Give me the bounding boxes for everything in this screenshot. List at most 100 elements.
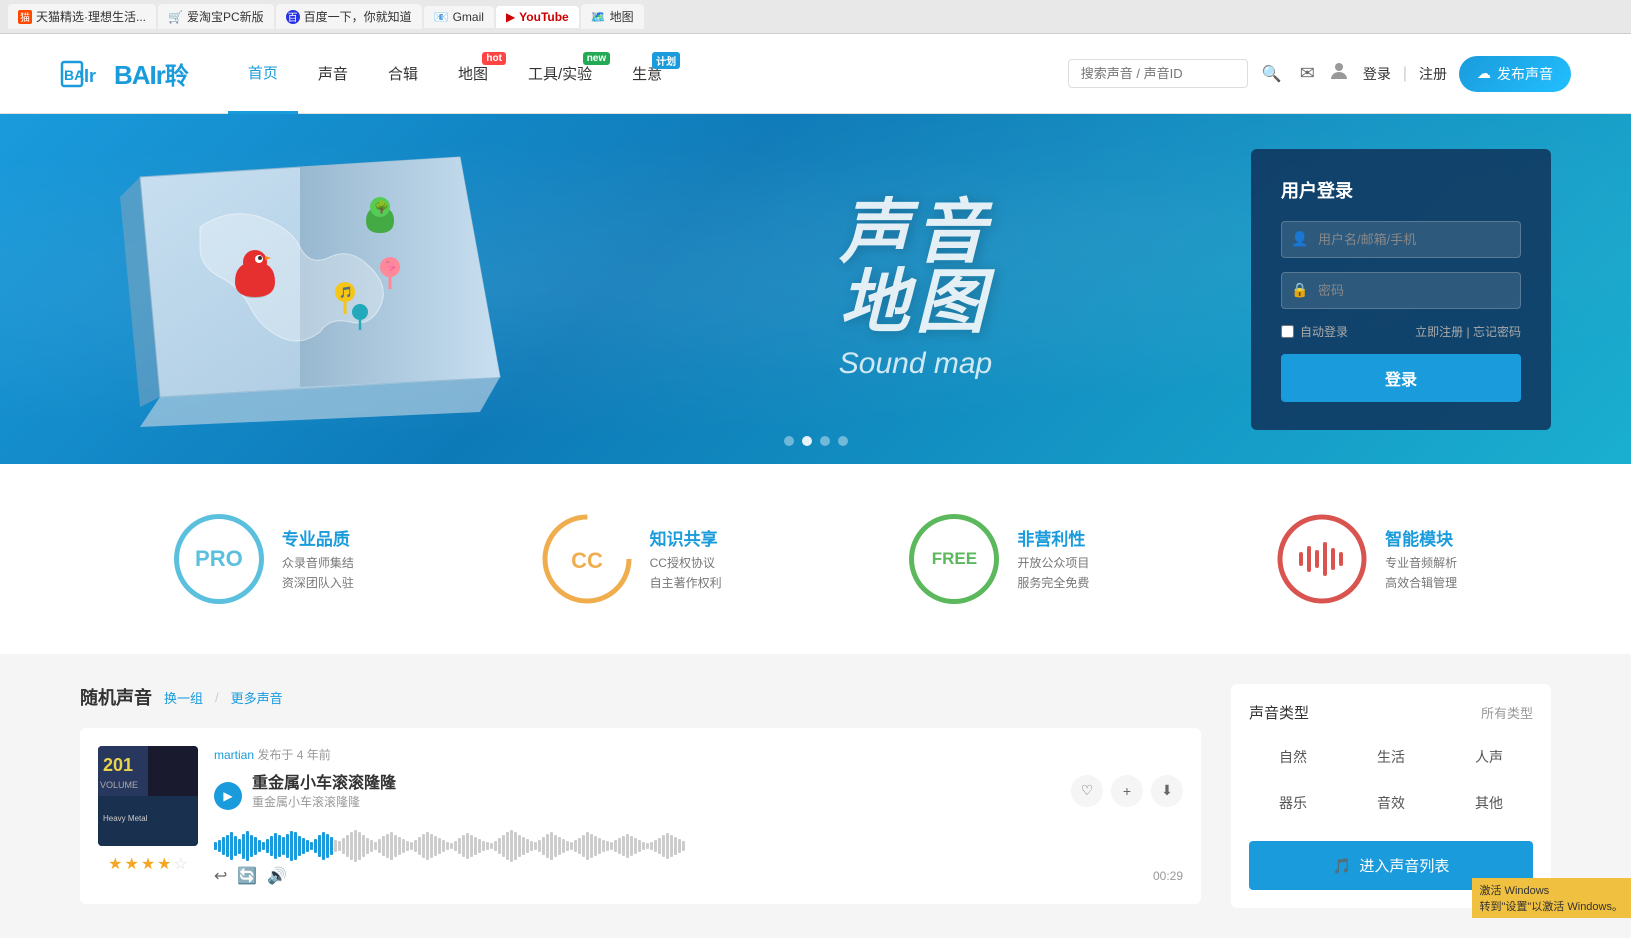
login-submit-button[interactable]: 登录	[1281, 354, 1521, 402]
feature-smart-text: 智能模块 专业音频解析高效合辑管理	[1385, 525, 1457, 592]
nav-item-sounds[interactable]: 声音	[298, 34, 368, 114]
type-grid: 自然 生活 人声 器乐 音效 其他	[1249, 739, 1533, 821]
hero-title-en: Sound map	[839, 347, 992, 381]
sound-title-row: ▶ 重金属小车滚滚隆隆 重金属小车滚滚隆隆 ♡ +	[214, 769, 1183, 822]
download-button[interactable]: ⬇	[1151, 775, 1183, 807]
auto-login-checkbox-label[interactable]: 自动登录	[1281, 323, 1348, 340]
forgot-password-link[interactable]: 忘记密码	[1473, 325, 1521, 339]
hero-title-line1: 声音	[839, 197, 992, 267]
feature-smart: 智能模块 专业音频解析高效合辑管理	[1277, 514, 1457, 604]
banner-dot-2[interactable]	[802, 436, 812, 446]
mail-button[interactable]: ✉	[1300, 63, 1315, 84]
feature-cc-text: 知识共享 CC授权协议自主著作权利	[650, 525, 722, 592]
nav-links: 首页 声音 合辑 地图 hot 工具/实验 new 生意 计划	[228, 34, 1068, 114]
publish-button[interactable]: ☁ 发布声音	[1459, 56, 1571, 92]
shuffle-button[interactable]: 🔄	[237, 866, 257, 886]
add-button[interactable]: +	[1111, 775, 1143, 807]
browser-tab-youtube[interactable]: ▶ YouTube	[496, 6, 579, 28]
svg-text:Ir: Ir	[84, 66, 96, 86]
password-group: 🔒	[1281, 272, 1521, 309]
login-card-title: 用户登录	[1281, 177, 1521, 203]
tab-label: Gmail	[453, 10, 484, 24]
pro-icon-circle: PRO	[174, 514, 264, 604]
nav-item-business[interactable]: 生意 计划	[612, 34, 682, 114]
search-input[interactable]	[1068, 59, 1248, 88]
hero-title: 声音 地图 Sound map	[839, 197, 992, 381]
nav-item-tools[interactable]: 工具/实验 new	[508, 34, 612, 114]
sound-controls: ↩ 🔄 🔊 00:29	[214, 866, 1183, 886]
music-icon: 🎵	[1333, 857, 1352, 875]
more-sounds-link[interactable]: 更多声音	[231, 688, 283, 707]
search-button[interactable]: 🔍	[1256, 58, 1288, 90]
sound-author[interactable]: martian	[214, 748, 254, 762]
hot-badge: hot	[482, 52, 506, 65]
user-input-icon: 👤	[1291, 231, 1308, 248]
plan-badge: 计划	[652, 52, 680, 69]
nav-item-collection[interactable]: 合辑	[368, 34, 438, 114]
user-avatar-button[interactable]	[1327, 59, 1351, 89]
banner-dot-4[interactable]	[838, 436, 848, 446]
type-voice[interactable]: 人声	[1445, 739, 1533, 775]
feature-free-text: 非营利性 开放公众项目服务完全免费	[1017, 525, 1089, 592]
star-5: ☆	[174, 854, 188, 874]
sep-slash: /	[215, 690, 219, 705]
password-input[interactable]	[1281, 272, 1521, 309]
sound-duration: 00:29	[1153, 869, 1183, 883]
youtube-favicon: ▶	[506, 10, 515, 24]
type-effect[interactable]: 音效	[1347, 785, 1435, 821]
star-rating: ★ ★ ★ ★ ☆	[108, 854, 188, 874]
browser-tab-gmail[interactable]: 📧 Gmail	[424, 6, 494, 28]
like-button[interactable]: ♡	[1071, 775, 1103, 807]
browser-tabs: 猫 天猫精选·理想生活... 🛒 爱淘宝PC新版 百 百度一下，你就知道 📧 G…	[8, 4, 644, 29]
banner-dot-3[interactable]	[820, 436, 830, 446]
register-link[interactable]: 注册	[1419, 64, 1447, 84]
feature-cc: CC 知识共享 CC授权协议自主著作权利	[542, 514, 722, 604]
username-input[interactable]	[1281, 221, 1521, 258]
search-icon: 🔍	[1262, 64, 1282, 84]
play-button[interactable]: ▶	[214, 782, 242, 810]
browser-tab-tianmao[interactable]: 猫 天猫精选·理想生活...	[8, 4, 156, 29]
gmail-favicon: 📧	[434, 10, 449, 24]
svg-text:🦩: 🦩	[384, 261, 398, 274]
banner-dot-1[interactable]	[784, 436, 794, 446]
waveform[interactable]	[214, 826, 1183, 866]
feature-pro: PRO 专业品质 众录音师集结资深团队入驻	[174, 514, 354, 604]
sound-type-header: 声音类型 所有类型	[1249, 702, 1533, 723]
svg-text:CC: CC	[571, 548, 603, 573]
map-favicon: 🗺️	[591, 10, 606, 24]
replay-button[interactable]: ↩	[214, 866, 227, 886]
cc-icon-circle: CC	[542, 514, 632, 604]
nav-item-map[interactable]: 地图 hot	[438, 34, 508, 114]
volume-button[interactable]: 🔊	[267, 866, 287, 886]
feature-free: FREE 非营利性 开放公众项目服务完全免费	[909, 514, 1089, 604]
content-section: 随机声音 换一组 / 更多声音 201 VOLUME Heavy Metal	[0, 654, 1631, 938]
svg-text:BA: BA	[64, 67, 84, 83]
login-link[interactable]: 登录	[1363, 64, 1391, 84]
nav-item-home[interactable]: 首页	[228, 34, 298, 114]
browser-tab-baidu[interactable]: 百 百度一下，你就知道	[276, 4, 422, 29]
browser-tab-taobao[interactable]: 🛒 爱淘宝PC新版	[158, 4, 274, 29]
type-life[interactable]: 生活	[1347, 739, 1435, 775]
tab-label: YouTube	[519, 10, 569, 24]
sound-card-left: 201 VOLUME Heavy Metal ★ ★ ★ ★ ☆	[98, 746, 198, 874]
features-section: PRO 专业品质 众录音师集结资深团队入驻 CC 知识共享 CC授权协议自主著作…	[0, 464, 1631, 654]
sound-meta: martian 发布于 4 年前	[214, 746, 1183, 763]
tab-label: 爱淘宝PC新版	[187, 8, 264, 25]
svg-text:🌳: 🌳	[374, 199, 389, 214]
top-navigation: BA Ir BAIr聆 首页 声音 合辑 地图 hot 工具/实验 new 生意…	[0, 34, 1631, 114]
change-group-link[interactable]: 换一组	[164, 688, 203, 707]
download-icon: ⬇	[1161, 782, 1173, 799]
user-icon	[1327, 59, 1351, 83]
baidu-favicon: 百	[286, 10, 300, 24]
logo[interactable]: BA Ir BAIr聆	[60, 54, 188, 94]
type-instrument[interactable]: 器乐	[1249, 785, 1337, 821]
svg-text:201: 201	[103, 755, 133, 775]
browser-tab-map[interactable]: 🗺️ 地图	[581, 4, 644, 29]
sound-thumbnail: 201 VOLUME Heavy Metal	[98, 746, 198, 846]
svg-text:Heavy Metal: Heavy Metal	[103, 814, 148, 823]
type-nature[interactable]: 自然	[1249, 739, 1337, 775]
type-other[interactable]: 其他	[1445, 785, 1533, 821]
register-link[interactable]: 立即注册	[1415, 325, 1463, 339]
auto-login-checkbox[interactable]	[1281, 325, 1294, 338]
login-card: 用户登录 👤 🔒 自动登录 立即注册 | 忘记密码 登录	[1251, 149, 1551, 430]
